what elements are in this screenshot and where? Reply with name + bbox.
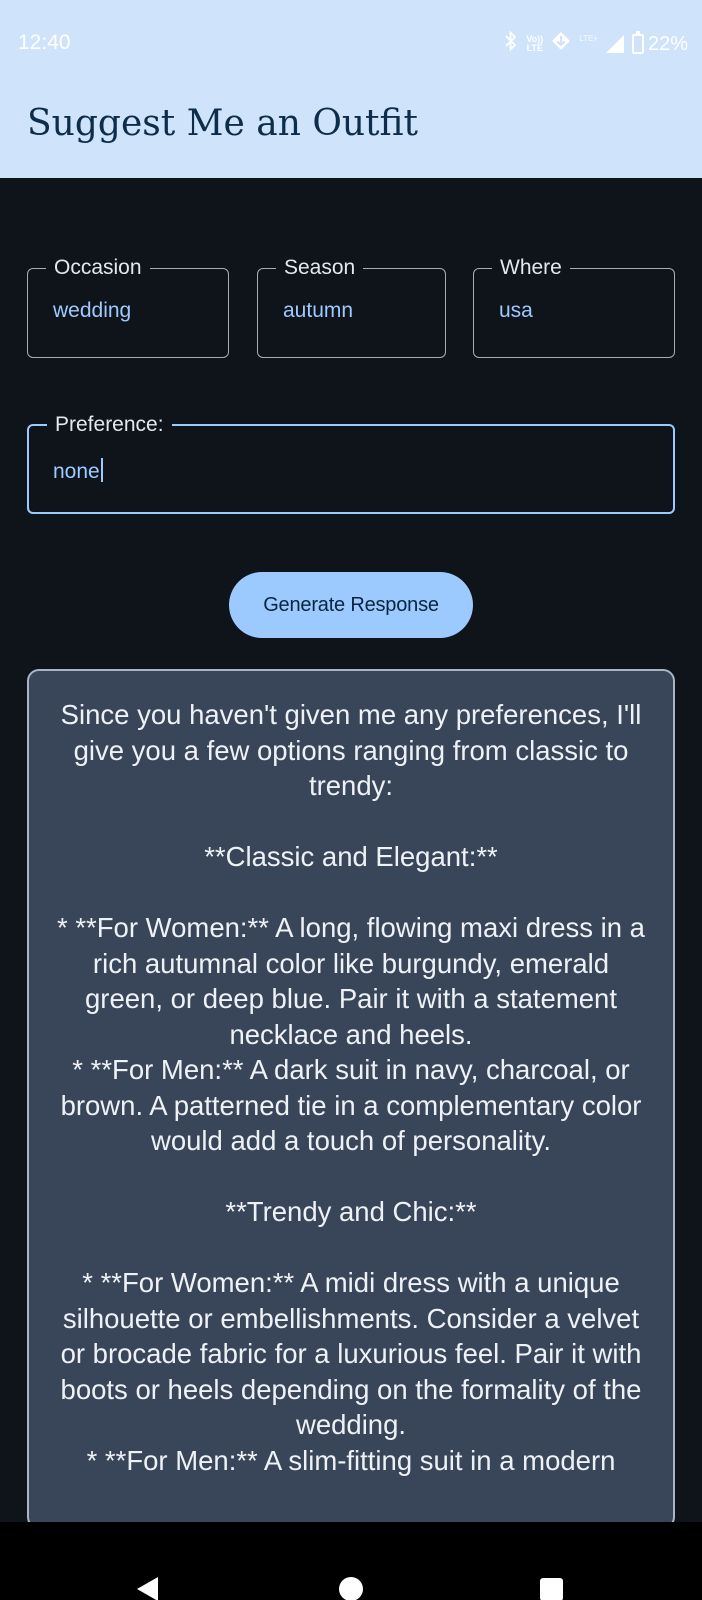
- data-saver-icon: [551, 31, 571, 57]
- bluetooth-icon: [504, 30, 518, 58]
- volte-bottom-label: LTE: [526, 43, 543, 53]
- battery-icon: [631, 31, 644, 54]
- battery-percent: 22%: [647, 32, 688, 55]
- where-label: Where: [492, 254, 570, 282]
- lte-label: LTE+: [579, 33, 598, 43]
- app-header: 12:40 Vo)) LTE LTE+ 22% Suggest Me an Ou…: [0, 0, 702, 178]
- season-label: Season: [276, 254, 364, 282]
- response-paragraph: Since you haven't given me any preferenc…: [60, 699, 642, 801]
- response-text: Since you haven't given me any preferenc…: [29, 671, 673, 1478]
- home-icon[interactable]: [339, 1577, 363, 1600]
- occasion-value: wedding: [53, 299, 132, 322]
- response-paragraph: * **For Men:** A dark suit in navy, char…: [60, 1054, 642, 1156]
- preference-text: none: [53, 460, 100, 483]
- where-field[interactable]: Where usa: [473, 254, 675, 358]
- season-value: autumn: [283, 299, 354, 322]
- response-card: Since you haven't given me any preferenc…: [27, 669, 675, 1529]
- preference-value: none: [53, 458, 103, 484]
- text-cursor: [100, 458, 103, 482]
- signal-icon: [605, 35, 624, 53]
- preference-field[interactable]: Preference: none: [27, 411, 675, 514]
- season-field[interactable]: Season autumn: [257, 254, 446, 358]
- where-value: usa: [499, 299, 533, 322]
- response-paragraph: * **For Women:** A midi dress with a uni…: [60, 1267, 642, 1440]
- page-title: Suggest Me an Outfit: [27, 103, 418, 144]
- status-time: 12:40: [18, 31, 71, 54]
- response-paragraph: * **For Women:** A long, flowing maxi dr…: [57, 912, 645, 1050]
- response-paragraph: **Classic and Elegant:**: [204, 841, 498, 872]
- response-paragraph: * **For Men:** A slim-fitting suit in a …: [86, 1444, 616, 1476]
- volte-icon: Vo)) LTE: [526, 35, 543, 53]
- recents-icon[interactable]: [540, 1578, 563, 1600]
- back-icon[interactable]: [137, 1577, 158, 1600]
- occasion-label: Occasion: [46, 254, 150, 282]
- preference-label: Preference:: [47, 411, 172, 439]
- response-paragraph: **Trendy and Chic:**: [225, 1196, 477, 1227]
- occasion-field[interactable]: Occasion wedding: [27, 254, 229, 358]
- generate-response-button[interactable]: Generate Response: [229, 572, 473, 638]
- status-icons: Vo)) LTE LTE+ 22%: [504, 30, 688, 58]
